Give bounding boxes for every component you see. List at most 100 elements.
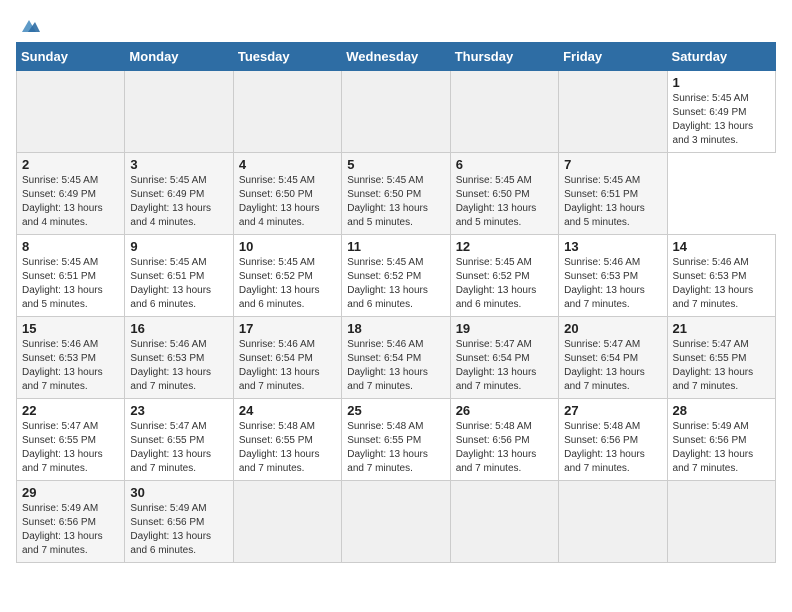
empty-cell bbox=[559, 71, 667, 153]
calendar-day-cell: 11 Sunrise: 5:45 AMSunset: 6:52 PMDayligh… bbox=[342, 235, 450, 317]
day-number: 3 bbox=[130, 157, 227, 172]
calendar-day-cell: 1Sunrise: 5:45 AMSunset: 6:49 PMDaylight… bbox=[667, 71, 775, 153]
calendar-day-cell: 10 Sunrise: 5:45 AMSunset: 6:52 PMDayligh… bbox=[233, 235, 341, 317]
empty-cell bbox=[342, 71, 450, 153]
day-info: Sunrise: 5:48 AMSunset: 6:55 PMDaylight:… bbox=[347, 420, 444, 476]
day-number: 20 bbox=[564, 321, 661, 336]
calendar-day-cell: 27Sunrise: 5:48 AMSunset: 6:56 PMDayligh… bbox=[559, 399, 667, 481]
day-info: Sunrise: 5:45 AMSunset: 6:50 PMDaylight:… bbox=[347, 174, 444, 230]
weekday-header-row: SundayMondayTuesdayWednesdayThursdayFrid… bbox=[17, 43, 776, 71]
calendar-day-cell: 7 Sunrise: 5:45 AMSunset: 6:51 PMDaylight… bbox=[559, 153, 667, 235]
calendar-day-cell: 13 Sunrise: 5:46 AMSunset: 6:53 PMDayligh… bbox=[559, 235, 667, 317]
calendar-day-cell: 12 Sunrise: 5:45 AMSunset: 6:52 PMDayligh… bbox=[450, 235, 558, 317]
calendar-day-cell: 30 Sunrise: 5:49 AMSunset: 6:56 PMDayligh… bbox=[125, 481, 233, 563]
day-info: Sunrise: 5:45 AMSunset: 6:52 PMDaylight:… bbox=[347, 256, 444, 312]
empty-cell bbox=[559, 481, 667, 563]
day-number: 17 bbox=[239, 321, 336, 336]
day-info: Sunrise: 5:49 AMSunset: 6:56 PMDaylight:… bbox=[130, 502, 227, 558]
day-number: 19 bbox=[456, 321, 553, 336]
day-number: 18 bbox=[347, 321, 444, 336]
weekday-header-thursday: Thursday bbox=[450, 43, 558, 71]
day-info: Sunrise: 5:45 AMSunset: 6:51 PMDaylight:… bbox=[22, 256, 119, 312]
calendar-day-cell: 20 Sunrise: 5:47 AMSunset: 6:54 PMDayligh… bbox=[559, 317, 667, 399]
day-number: 7 bbox=[564, 157, 661, 172]
calendar-day-cell: 3 Sunrise: 5:45 AMSunset: 6:49 PMDaylight… bbox=[125, 153, 233, 235]
day-number: 22 bbox=[22, 403, 119, 418]
empty-cell bbox=[233, 481, 341, 563]
day-info: Sunrise: 5:46 AMSunset: 6:54 PMDaylight:… bbox=[239, 338, 336, 394]
calendar-day-cell: 22 Sunrise: 5:47 AMSunset: 6:55 PMDayligh… bbox=[17, 399, 125, 481]
calendar-day-cell: 26Sunrise: 5:48 AMSunset: 6:56 PMDayligh… bbox=[450, 399, 558, 481]
logo bbox=[16, 16, 40, 34]
day-info: Sunrise: 5:47 AMSunset: 6:54 PMDaylight:… bbox=[564, 338, 661, 394]
day-info: Sunrise: 5:48 AMSunset: 6:55 PMDaylight:… bbox=[239, 420, 336, 476]
calendar-week-row: 29 Sunrise: 5:49 AMSunset: 6:56 PMDayligh… bbox=[17, 481, 776, 563]
weekday-header-saturday: Saturday bbox=[667, 43, 775, 71]
day-number: 6 bbox=[456, 157, 553, 172]
calendar-week-row: 8Sunrise: 5:45 AMSunset: 6:51 PMDaylight… bbox=[17, 235, 776, 317]
day-info: Sunrise: 5:49 AMSunset: 6:56 PMDaylight:… bbox=[22, 502, 119, 558]
weekday-header-monday: Monday bbox=[125, 43, 233, 71]
calendar-day-cell: 23 Sunrise: 5:47 AMSunset: 6:55 PMDayligh… bbox=[125, 399, 233, 481]
day-info: Sunrise: 5:47 AMSunset: 6:55 PMDaylight:… bbox=[673, 338, 770, 394]
day-info: Sunrise: 5:47 AMSunset: 6:55 PMDaylight:… bbox=[22, 420, 119, 476]
day-number: 5 bbox=[347, 157, 444, 172]
calendar-week-row: 1Sunrise: 5:45 AMSunset: 6:49 PMDaylight… bbox=[17, 71, 776, 153]
empty-cell bbox=[233, 71, 341, 153]
empty-cell bbox=[667, 481, 775, 563]
day-info: Sunrise: 5:45 AMSunset: 6:52 PMDaylight:… bbox=[456, 256, 553, 312]
day-number: 16 bbox=[130, 321, 227, 336]
calendar-day-cell: 18 Sunrise: 5:46 AMSunset: 6:54 PMDayligh… bbox=[342, 317, 450, 399]
logo-icon bbox=[18, 18, 40, 34]
empty-cell bbox=[125, 71, 233, 153]
calendar-week-row: 15 Sunrise: 5:46 AMSunset: 6:53 PMDayligh… bbox=[17, 317, 776, 399]
calendar-day-cell: 19 Sunrise: 5:47 AMSunset: 6:54 PMDayligh… bbox=[450, 317, 558, 399]
calendar-day-cell: 28 Sunrise: 5:49 AMSunset: 6:56 PMDayligh… bbox=[667, 399, 775, 481]
day-info: Sunrise: 5:45 AMSunset: 6:52 PMDaylight:… bbox=[239, 256, 336, 312]
empty-cell bbox=[450, 481, 558, 563]
day-info: Sunrise: 5:45 AMSunset: 6:50 PMDaylight:… bbox=[456, 174, 553, 230]
day-number: 15 bbox=[22, 321, 119, 336]
day-info: Sunrise: 5:46 AMSunset: 6:54 PMDaylight:… bbox=[347, 338, 444, 394]
empty-cell bbox=[342, 481, 450, 563]
day-info: Sunrise: 5:48 AMSunset: 6:56 PMDaylight:… bbox=[456, 420, 553, 476]
day-number: 14 bbox=[673, 239, 770, 254]
empty-cell bbox=[450, 71, 558, 153]
empty-cell bbox=[17, 71, 125, 153]
day-number: 28 bbox=[673, 403, 770, 418]
day-number: 13 bbox=[564, 239, 661, 254]
header bbox=[16, 16, 776, 34]
day-info: Sunrise: 5:46 AMSunset: 6:53 PMDaylight:… bbox=[130, 338, 227, 394]
calendar-day-cell: 24 Sunrise: 5:48 AMSunset: 6:55 PMDayligh… bbox=[233, 399, 341, 481]
day-info: Sunrise: 5:46 AMSunset: 6:53 PMDaylight:… bbox=[673, 256, 770, 312]
day-info: Sunrise: 5:47 AMSunset: 6:55 PMDaylight:… bbox=[130, 420, 227, 476]
day-number: 23 bbox=[130, 403, 227, 418]
day-info: Sunrise: 5:45 AMSunset: 6:49 PMDaylight:… bbox=[130, 174, 227, 230]
day-info: Sunrise: 5:46 AMSunset: 6:53 PMDaylight:… bbox=[22, 338, 119, 394]
day-number: 9 bbox=[130, 239, 227, 254]
day-number: 27 bbox=[564, 403, 661, 418]
day-info: Sunrise: 5:46 AMSunset: 6:53 PMDaylight:… bbox=[564, 256, 661, 312]
day-info: Sunrise: 5:49 AMSunset: 6:56 PMDaylight:… bbox=[673, 420, 770, 476]
day-number: 24 bbox=[239, 403, 336, 418]
calendar-day-cell: 21Sunrise: 5:47 AMSunset: 6:55 PMDayligh… bbox=[667, 317, 775, 399]
day-number: 11 bbox=[347, 239, 444, 254]
day-info: Sunrise: 5:47 AMSunset: 6:54 PMDaylight:… bbox=[456, 338, 553, 394]
day-number: 2 bbox=[22, 157, 119, 172]
day-number: 30 bbox=[130, 485, 227, 500]
calendar-day-cell: 15 Sunrise: 5:46 AMSunset: 6:53 PMDayligh… bbox=[17, 317, 125, 399]
day-number: 29 bbox=[22, 485, 119, 500]
day-number: 4 bbox=[239, 157, 336, 172]
calendar-table: SundayMondayTuesdayWednesdayThursdayFrid… bbox=[16, 42, 776, 563]
day-info: Sunrise: 5:45 AMSunset: 6:51 PMDaylight:… bbox=[564, 174, 661, 230]
calendar-day-cell: 2Sunrise: 5:45 AMSunset: 6:49 PMDaylight… bbox=[17, 153, 125, 235]
calendar-day-cell: 5 Sunrise: 5:45 AMSunset: 6:50 PMDaylight… bbox=[342, 153, 450, 235]
calendar-day-cell: 14 Sunrise: 5:46 AMSunset: 6:53 PMDayligh… bbox=[667, 235, 775, 317]
calendar-day-cell: 17 Sunrise: 5:46 AMSunset: 6:54 PMDayligh… bbox=[233, 317, 341, 399]
calendar-week-row: 22 Sunrise: 5:47 AMSunset: 6:55 PMDayligh… bbox=[17, 399, 776, 481]
calendar-day-cell: 9 Sunrise: 5:45 AMSunset: 6:51 PMDaylight… bbox=[125, 235, 233, 317]
day-number: 12 bbox=[456, 239, 553, 254]
calendar-day-cell: 6 Sunrise: 5:45 AMSunset: 6:50 PMDaylight… bbox=[450, 153, 558, 235]
day-info: Sunrise: 5:45 AMSunset: 6:51 PMDaylight:… bbox=[130, 256, 227, 312]
day-number: 10 bbox=[239, 239, 336, 254]
